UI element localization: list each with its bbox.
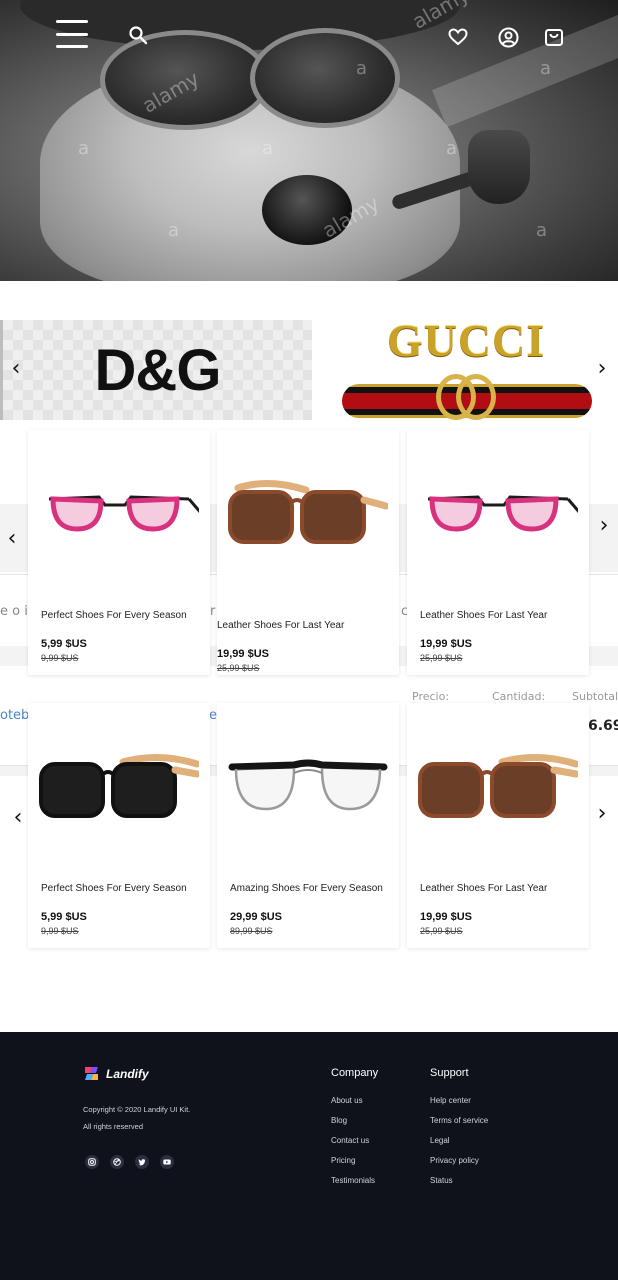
twitter-icon[interactable] xyxy=(135,1155,149,1169)
gucci-brand-logo[interactable]: GUCCI xyxy=(338,312,594,424)
gucci-logo-text: GUCCI xyxy=(386,315,546,366)
dg-logo-text: D&G xyxy=(94,337,222,403)
watermark: a xyxy=(78,138,90,159)
brown-wood-sunglasses-image xyxy=(217,430,399,600)
pink-frame-glasses-image xyxy=(28,430,210,600)
background-text: e o i xyxy=(0,604,28,619)
footer-link-about[interactable]: About us xyxy=(331,1096,363,1105)
product-price: 29,99 $US xyxy=(230,911,282,923)
watermark: a xyxy=(262,138,274,159)
gucci-gg-emblem xyxy=(434,374,498,426)
dg-brand-logo[interactable]: D&G xyxy=(0,320,312,420)
top-navigation-bar xyxy=(0,0,618,76)
product-name: Leather Shoes For Last Year xyxy=(420,610,548,621)
watermark: a xyxy=(536,220,548,241)
hamburger-menu-icon[interactable] xyxy=(54,20,90,48)
product-price: 5,99 $US xyxy=(41,911,87,923)
product-card[interactable]: Leather Shoes For Last Year 19,99 $US 25… xyxy=(217,430,399,675)
product-price: 19,99 $US xyxy=(217,648,269,660)
product-price: 5,99 $US xyxy=(41,638,87,650)
watermark: a xyxy=(168,220,180,241)
product-name: Leather Shoes For Last Year xyxy=(420,883,548,894)
user-circle-icon[interactable] xyxy=(497,26,519,48)
heart-icon[interactable] xyxy=(447,26,469,48)
product-old-price: 9,99 $US xyxy=(41,926,79,936)
footer-link-privacy[interactable]: Privacy policy xyxy=(430,1156,479,1165)
pipe-bowl xyxy=(468,130,530,204)
product-old-price: 89,99 $US xyxy=(230,926,273,936)
search-icon[interactable] xyxy=(127,24,149,46)
landify-logo-icon xyxy=(85,1067,98,1080)
product-price: 19,99 $US xyxy=(420,911,472,923)
shopping-bag-icon[interactable] xyxy=(543,26,565,48)
product-old-price: 25,99 $US xyxy=(420,926,463,936)
footer-rights: All rights reserved xyxy=(83,1122,144,1131)
site-footer: Landify Copyright © 2020 Landify UI Kit.… xyxy=(0,1032,618,1280)
products-next-chevron-icon[interactable]: › xyxy=(592,513,616,538)
product-name: Amazing Shoes For Every Season xyxy=(230,883,383,894)
black-wood-sunglasses-image xyxy=(28,703,210,873)
product-card[interactable]: Leather Shoes For Last Year 19,99 $US 25… xyxy=(407,703,589,948)
product-old-price: 25,99 $US xyxy=(217,663,260,673)
footer-link-help-center[interactable]: Help center xyxy=(430,1096,471,1105)
footer-link-terms[interactable]: Terms of service xyxy=(430,1116,488,1125)
product-name: Perfect Shoes For Every Season xyxy=(41,883,187,894)
pink-frame-glasses-image xyxy=(407,430,589,600)
background-text: r xyxy=(210,604,216,619)
support-column-title: Support xyxy=(430,1067,469,1079)
product-card[interactable]: Perfect Shoes For Every Season 5,99 $US … xyxy=(28,703,210,948)
company-column-title: Company xyxy=(331,1067,379,1079)
product-old-price: 25,99 $US xyxy=(420,653,463,663)
cart-column-price: Precio: xyxy=(412,690,450,703)
footer-link-contact[interactable]: Contact us xyxy=(331,1136,369,1145)
brand-carousel: D&G GUCCI xyxy=(0,312,618,424)
footer-link-blog[interactable]: Blog xyxy=(331,1116,347,1125)
footer-link-pricing[interactable]: Pricing xyxy=(331,1156,355,1165)
cart-column-quantity: Cantidad: xyxy=(492,690,546,703)
cart-subtotal-value: 6.69 xyxy=(588,718,618,734)
footer-logo[interactable]: Landify xyxy=(83,1065,149,1082)
brown-wood-sunglasses-image xyxy=(407,703,589,873)
youtube-icon[interactable] xyxy=(160,1155,174,1169)
products-prev-chevron-icon[interactable]: ‹ xyxy=(6,805,30,830)
brand-prev-chevron-icon[interactable]: ‹ xyxy=(4,356,28,381)
footer-link-legal[interactable]: Legal xyxy=(430,1136,450,1145)
product-price: 19,99 $US xyxy=(420,638,472,650)
products-prev-chevron-icon[interactable]: ‹ xyxy=(0,526,24,551)
footer-copyright: Copyright © 2020 Landify UI Kit. xyxy=(83,1105,191,1114)
footer-brand-name: Landify xyxy=(106,1066,149,1081)
brand-next-chevron-icon[interactable]: › xyxy=(590,356,614,381)
dribbble-icon[interactable] xyxy=(110,1155,124,1169)
cart-column-subtotal: Subtotal: xyxy=(572,690,618,703)
product-card[interactable]: Perfect Shoes For Every Season 5,99 $US … xyxy=(28,430,210,675)
product-old-price: 9,99 $US xyxy=(41,653,79,663)
clubmaster-glasses-image xyxy=(217,703,399,873)
products-next-chevron-icon[interactable]: › xyxy=(590,801,614,826)
product-name: Leather Shoes For Last Year xyxy=(217,620,345,631)
watermark: a xyxy=(446,138,458,159)
product-name: Perfect Shoes For Every Season xyxy=(41,610,187,621)
footer-link-status[interactable]: Status xyxy=(430,1176,453,1185)
footer-link-testimonials[interactable]: Testimonials xyxy=(331,1176,375,1185)
product-card[interactable]: Leather Shoes For Last Year 19,99 $US 25… xyxy=(407,430,589,675)
instagram-icon[interactable] xyxy=(85,1155,99,1169)
product-card[interactable]: Amazing Shoes For Every Season 29,99 $US… xyxy=(217,703,399,948)
